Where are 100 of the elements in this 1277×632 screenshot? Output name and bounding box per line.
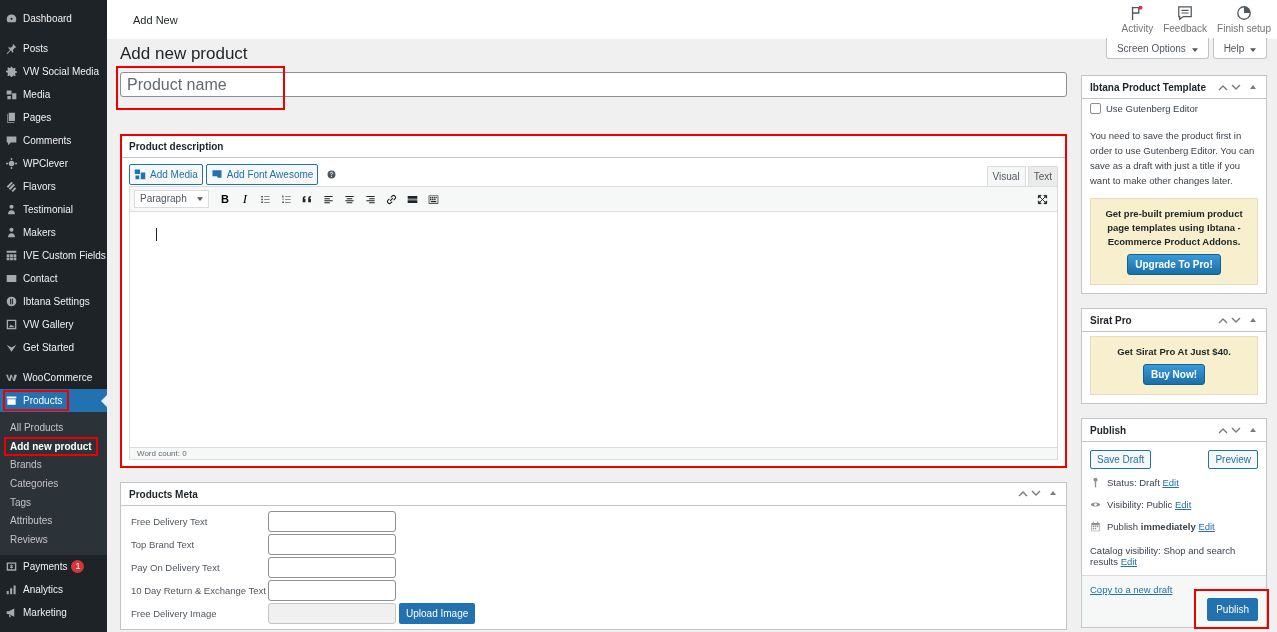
format-select[interactable]: Paragraph xyxy=(134,190,209,208)
sidebar-item[interactable]: Comments xyxy=(0,129,107,152)
upgrade-button[interactable]: Upgrade To Pro! xyxy=(1127,254,1221,275)
numbered-list-icon[interactable] xyxy=(281,193,292,205)
sidebar-label: Media xyxy=(23,89,51,100)
bullet-list-icon[interactable] xyxy=(260,193,271,205)
help-button[interactable]: Help xyxy=(1212,38,1267,59)
edit-link[interactable]: Edit xyxy=(1162,477,1179,488)
box-icon xyxy=(6,395,17,406)
copy-draft-link[interactable]: Copy to a new draft xyxy=(1090,584,1258,595)
text-field[interactable] xyxy=(268,511,396,532)
panel-controls-icon[interactable] xyxy=(1018,488,1058,498)
submenu-item[interactable]: Brands xyxy=(4,455,48,475)
save-draft-button[interactable]: Save Draft xyxy=(1090,450,1152,469)
count-badge: 1 xyxy=(71,559,85,573)
publish-button[interactable]: Publish xyxy=(1207,598,1258,621)
link-icon[interactable] xyxy=(386,193,397,205)
sidebar-item[interactable]: VW Gallery xyxy=(0,313,107,336)
quote-icon[interactable] xyxy=(302,193,313,205)
sidebar-item[interactable]: Contact xyxy=(0,267,107,290)
sidebar-label: Testimonial xyxy=(23,204,74,215)
publish-setting: Visibility: Public Edit xyxy=(1107,499,1192,510)
sidebar-item[interactable]: Marketing xyxy=(0,600,107,624)
keyboard-icon[interactable] xyxy=(428,193,439,205)
speech-bubble-icon xyxy=(6,135,17,146)
caret-icon xyxy=(197,197,203,201)
grid-icon xyxy=(6,250,17,261)
image-icon xyxy=(6,319,17,330)
sidebar-item[interactable]: Analytics xyxy=(0,577,107,601)
align-right-icon[interactable] xyxy=(365,193,376,205)
submenu-item[interactable]: Attributes xyxy=(4,511,59,531)
bold-button[interactable]: B xyxy=(215,193,235,205)
panel-title: Publish xyxy=(1090,424,1127,436)
align-left-icon[interactable] xyxy=(323,193,334,205)
sidebar-item[interactable]: VW Social Media xyxy=(0,60,107,83)
sidebar-item[interactable]: Payments 1 xyxy=(0,554,107,578)
toolbar-action[interactable]: Feedback xyxy=(1160,5,1211,34)
sidebar-item[interactable]: Flavors xyxy=(0,175,107,198)
edit-link[interactable]: Edit xyxy=(1198,521,1215,532)
gear-icon xyxy=(6,66,17,77)
sidebar-item[interactable]: Pages xyxy=(0,106,107,129)
edit-link[interactable]: Edit xyxy=(1174,499,1192,510)
preview-button[interactable]: Preview xyxy=(1208,450,1258,469)
screen-options-button[interactable]: Screen Options xyxy=(1105,38,1209,59)
text-field[interactable] xyxy=(268,557,396,578)
editor-tab[interactable]: Text xyxy=(1027,166,1058,186)
sidebar-label: Marketing xyxy=(23,606,67,618)
edit-link[interactable]: Edit xyxy=(1120,556,1137,567)
panel-controls-icon[interactable] xyxy=(1218,425,1258,435)
sidebar-item[interactable]: Dashboard xyxy=(0,7,107,30)
fullscreen-icon[interactable] xyxy=(1037,193,1048,205)
sidebar-item[interactable]: Get Started xyxy=(0,336,107,359)
envelope-icon xyxy=(6,273,17,284)
submenu-item[interactable]: Add new product xyxy=(4,436,98,456)
sidebar-item[interactable]: Ibtana Settings xyxy=(0,290,107,313)
media-button[interactable]: Add Media xyxy=(129,163,203,185)
flag-icon xyxy=(210,168,223,180)
text-field[interactable] xyxy=(268,580,396,601)
sidebar-item[interactable]: Testimonial xyxy=(0,198,107,221)
upload-button[interactable]: Upload Image xyxy=(399,603,476,624)
text-cursor xyxy=(156,228,157,241)
sidebar-item[interactable]: Makers xyxy=(0,221,107,244)
text-field[interactable] xyxy=(268,534,396,555)
sidebar-item[interactable]: WPClever xyxy=(0,152,107,175)
sidebar-item[interactable]: WooCommerce xyxy=(0,366,107,389)
calendar-icon xyxy=(1090,521,1101,532)
toolbar-action[interactable]: Activity xyxy=(1118,5,1157,34)
sidebar-item[interactable]: Media xyxy=(0,83,107,106)
sidebar-item[interactable]: IVE Custom Fields xyxy=(0,244,107,267)
sidebar-label: WooCommerce xyxy=(23,372,93,383)
read-more-icon[interactable] xyxy=(407,193,418,205)
promo-text: Get pre-built premium product page templates using Ibtana - Ecommerce Product Addons. xyxy=(1104,207,1244,249)
field-label: Free Delivery Text xyxy=(131,516,209,527)
sidebar-item[interactable]: Products xyxy=(0,389,107,412)
sidebar-label: WPClever xyxy=(23,158,68,169)
editor-tab[interactable]: Visual xyxy=(986,166,1026,186)
panel-controls-icon[interactable] xyxy=(1218,315,1258,325)
align-center-icon[interactable] xyxy=(344,193,355,205)
submenu-item[interactable]: Categories xyxy=(4,473,65,493)
speech-bubble-icon xyxy=(1177,5,1194,21)
media-button[interactable]: Add Font Awesome xyxy=(205,163,319,185)
sidebar-label: VW Social Media xyxy=(23,66,100,77)
notice-text: You need to save the product first in order to use Gutenberg Editor. You can save as a draft with just a title if you want to make other changes later. xyxy=(1090,129,1256,188)
submenu-item[interactable]: All Products xyxy=(4,417,70,437)
eye-icon xyxy=(1090,499,1101,510)
field-label: Pay On Delivery Text xyxy=(131,562,221,573)
italic-button[interactable]: I xyxy=(235,191,255,207)
product-name-field[interactable]: Product name xyxy=(120,72,1067,97)
checkbox[interactable] xyxy=(1090,103,1101,114)
panel-title: Sirat Pro xyxy=(1090,314,1132,326)
sidebar-label: Get Started xyxy=(23,342,75,353)
toolbar-action[interactable]: Finish setup xyxy=(1214,5,1274,34)
submenu-item[interactable]: Reviews xyxy=(4,529,54,549)
sidebar-item[interactable]: Posts xyxy=(0,37,107,60)
media-icon xyxy=(134,168,146,180)
buy-button[interactable]: Buy Now! xyxy=(1142,364,1206,385)
panel-controls-icon[interactable] xyxy=(1218,82,1258,92)
submenu-item[interactable]: Tags xyxy=(4,492,38,512)
page-title: Add new product xyxy=(120,44,249,64)
pin-icon xyxy=(6,43,17,54)
